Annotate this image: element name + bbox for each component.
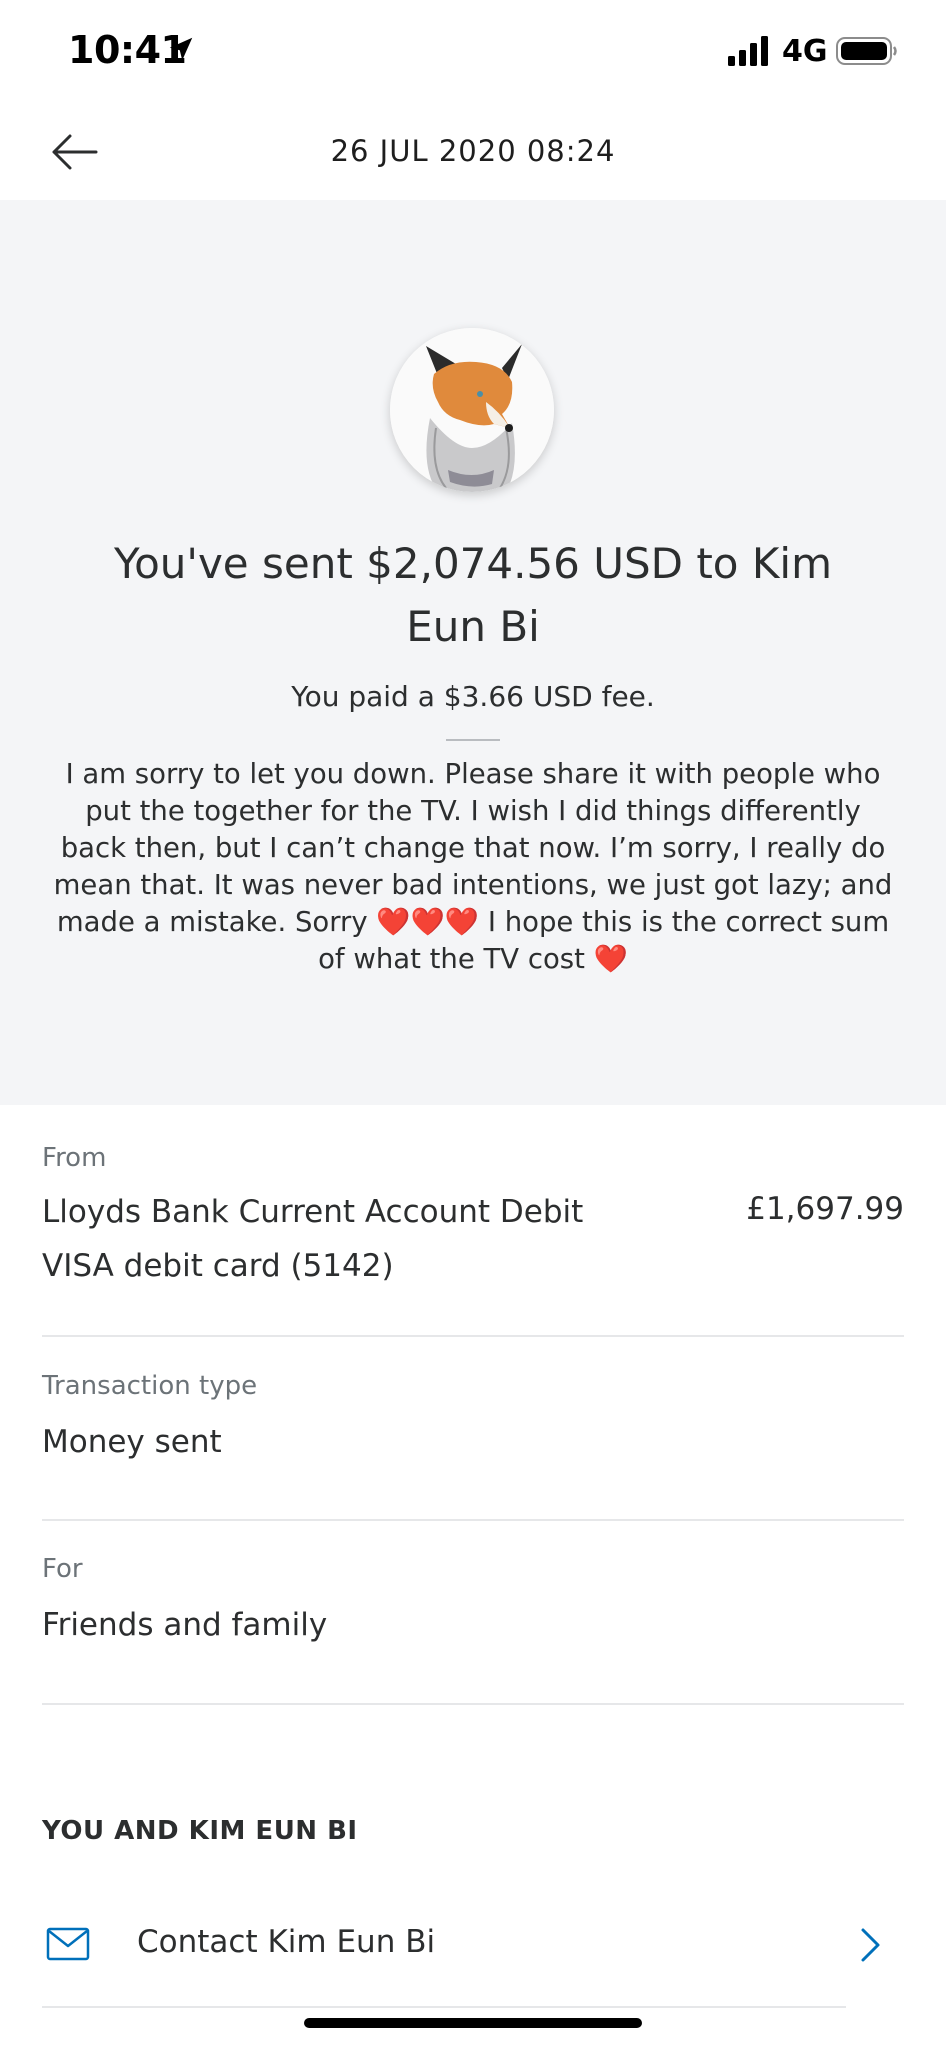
transaction-summary: You've sent $2,074.56 USD to Kim Eun Bi …	[0, 200, 946, 1105]
from-amount: £1,697.99	[746, 1191, 904, 1227]
for-label: For	[42, 1554, 83, 1584]
payment-note: I am sorry to let you down. Please share…	[53, 758, 893, 975]
divider	[42, 2006, 846, 2008]
home-indicator[interactable]	[304, 2018, 642, 2028]
for-value: Friends and family	[42, 1607, 328, 1643]
fee-text: You paid a $3.66 USD fee.	[291, 680, 655, 713]
transaction-type-label: Transaction type	[42, 1371, 258, 1401]
contact-recipient-button[interactable]: Contact Kim Eun Bi	[0, 1906, 946, 1986]
transaction-type-value: Money sent	[42, 1424, 222, 1460]
chevron-right-icon	[861, 1928, 880, 1962]
transaction-date: 26 JUL 2020 08:24	[330, 134, 616, 168]
location-arrow-icon	[169, 37, 193, 61]
battery-icon	[836, 37, 897, 65]
divider	[42, 1335, 904, 1337]
signal-bars-icon	[728, 36, 768, 66]
mail-icon	[46, 1927, 90, 1961]
network-type: 4G	[782, 34, 828, 69]
status-bar: 10:41 4G	[0, 0, 946, 104]
section-title: YOU AND KIM EUN BI	[42, 1816, 358, 1846]
transaction-type-detail: Transaction type Money sent	[42, 1371, 904, 1469]
divider	[446, 739, 500, 741]
from-detail: From Lloyds Bank Current Account Debit V…	[42, 1143, 904, 1293]
divider	[42, 1703, 904, 1705]
from-label: From	[42, 1143, 107, 1173]
fox-avatar-icon	[390, 328, 554, 492]
contact-label: Contact Kim Eun Bi	[137, 1924, 436, 1960]
header: 26 JUL 2020 08:24	[0, 104, 946, 200]
divider	[42, 1519, 904, 1521]
sent-amount-headline: You've sent $2,074.56 USD to Kim Eun Bi	[114, 539, 832, 651]
for-detail: For Friends and family	[42, 1554, 904, 1652]
from-account: Lloyds Bank Current Account Debit VISA d…	[42, 1194, 584, 1284]
recipient-avatar	[390, 328, 554, 492]
